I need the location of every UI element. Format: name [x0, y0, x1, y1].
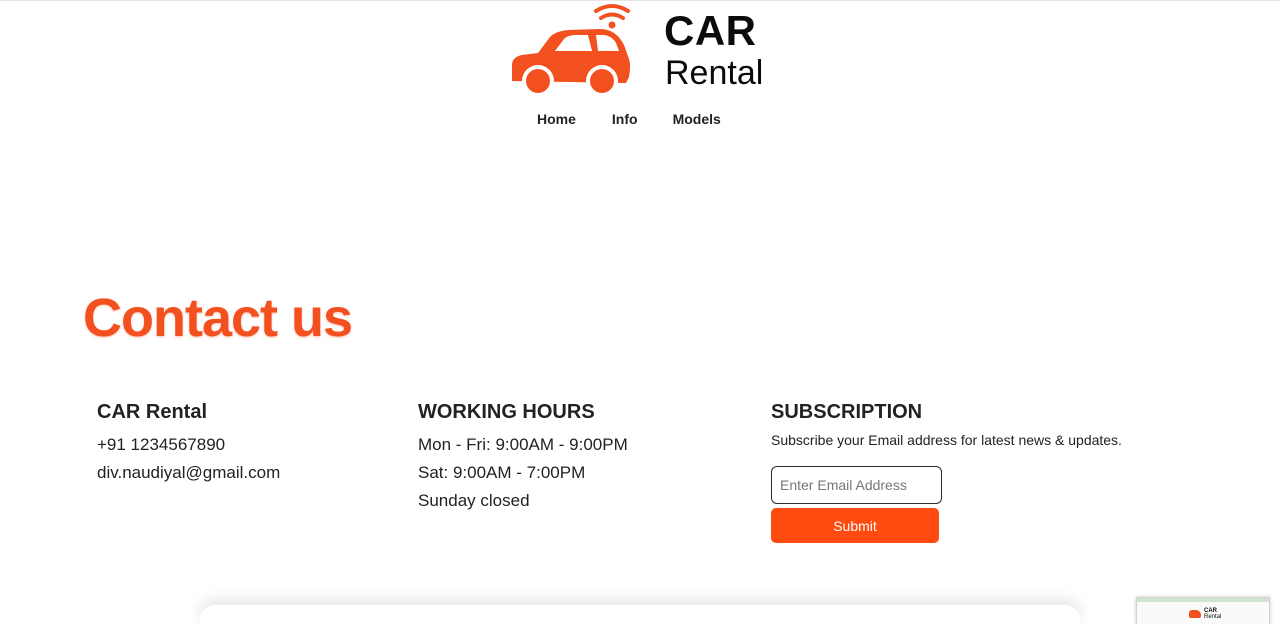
thumbnail-brand: CAR Rental [1204, 608, 1221, 620]
nav-home-link[interactable]: Home [537, 111, 576, 127]
page: CAR Rental Home Info Models Contact us C… [0, 0, 1280, 624]
subscription-description: Subscribe your Email address for latest … [771, 432, 1122, 448]
subscription-section: SUBSCRIPTION Subscribe your Email addres… [771, 399, 1122, 449]
screenshot-thumbnail[interactable]: CAR Rental [1136, 597, 1270, 624]
brand-title: CAR [664, 7, 757, 54]
email-field[interactable] [771, 466, 942, 504]
company-phone: +91 1234567890 [97, 435, 226, 454]
hours-line: Sunday closed [418, 491, 530, 510]
working-hours: WORKING HOURS Mon - Fri: 9:00AM - 9:00PM… [418, 399, 628, 515]
working-hours-heading: WORKING HOURS [418, 401, 595, 423]
brand-subtitle: Rental [665, 54, 764, 92]
thumbnail-toolbar [1137, 598, 1269, 602]
company-info: CAR Rental +91 1234567890 div.naudiyal@g… [97, 399, 280, 487]
company-email: div.naudiyal@gmail.com [97, 463, 281, 482]
contact-heading: Contact us [83, 288, 353, 348]
nav-info-link[interactable]: Info [612, 111, 638, 127]
submit-button[interactable]: Submit [771, 508, 939, 543]
car-wifi-icon [512, 4, 630, 97]
subscription-heading: SUBSCRIPTION [771, 401, 923, 423]
hours-line: Sat: 9:00AM - 7:00PM [418, 463, 586, 482]
hours-line: Mon - Fri: 9:00AM - 9:00PM [418, 435, 628, 454]
footer-edge [200, 605, 1080, 624]
company-name: CAR Rental [97, 401, 208, 423]
main-nav: Home Info Models [537, 111, 721, 127]
nav-models-link[interactable]: Models [673, 111, 721, 127]
site-logo[interactable]: CAR Rental [508, 3, 778, 99]
thumbnail-brand-subtitle: Rental [1204, 614, 1222, 620]
mini-car-icon [1189, 610, 1201, 618]
